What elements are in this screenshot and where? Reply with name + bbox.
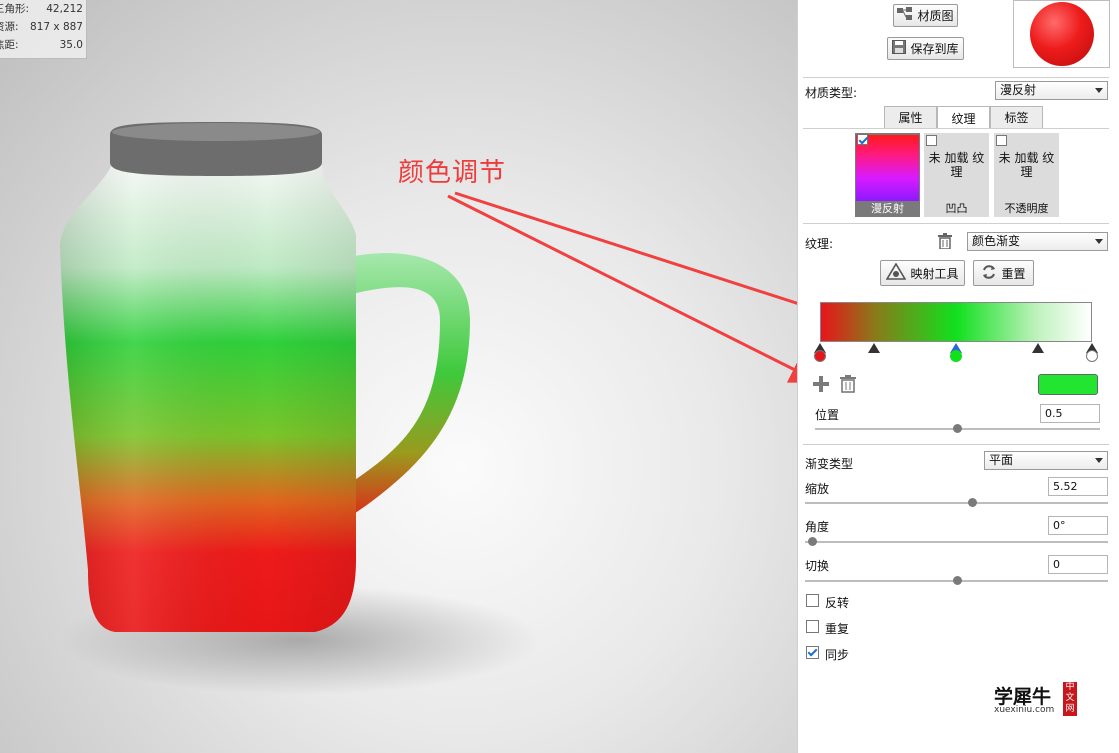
material-type-label: 材质类型: (805, 86, 858, 100)
reset-button[interactable]: 重置 (973, 260, 1034, 286)
mapping-tool-button[interactable]: 映射工具 (880, 260, 965, 286)
angle-label: 角度 (805, 520, 830, 534)
position-field[interactable]: 0.5 (1040, 404, 1100, 423)
add-stop-icon[interactable] (812, 375, 830, 396)
texture-slot-diffuse[interactable]: 漫反射 (855, 133, 920, 217)
stat-focal-length: 焦距:35.0 (0, 39, 83, 51)
texture-type-select[interactable]: 颜色渐变 (967, 232, 1108, 251)
gradient-type-select[interactable]: 平面 (984, 451, 1108, 470)
sync-label: 同步 (825, 648, 850, 662)
save-to-library-button[interactable]: 保存到库 (887, 37, 964, 60)
save-icon (892, 40, 907, 57)
annotation-label: 颜色调节 (398, 158, 507, 188)
texture-slot-bump[interactable]: 未 加载 纹理 凹凸 (924, 133, 989, 217)
angle-slider-track[interactable] (805, 541, 1108, 543)
texture-slot-checkbox[interactable] (926, 135, 937, 146)
gradient-bar[interactable] (820, 302, 1092, 342)
gradient-stop-dot[interactable] (814, 350, 826, 362)
material-graph-button[interactable]: 材质图 (893, 4, 958, 27)
trash-icon[interactable] (938, 233, 952, 252)
shift-slider-handle[interactable] (953, 576, 962, 585)
texture-slot-checkbox[interactable] (857, 134, 868, 145)
chevron-down-icon (1095, 458, 1103, 463)
render-stats: 三角形:42,212 资源:817 x 887 焦距:35.0 (0, 0, 87, 59)
reverse-label: 反转 (825, 596, 850, 610)
gradient-stop-dot[interactable] (1086, 350, 1098, 362)
delete-stop-icon[interactable] (840, 375, 856, 396)
divider (803, 77, 1109, 78)
watermark-logo: 学犀牛 xuexiniu.com 中文网 (988, 680, 1084, 720)
gradient-stop-marker[interactable] (868, 343, 881, 353)
shift-label: 切换 (805, 559, 830, 573)
stat-triangles: 三角形:42,212 (0, 3, 83, 15)
chevron-down-icon (1095, 88, 1103, 93)
mapping-icon (886, 261, 907, 284)
position-slider-handle[interactable] (953, 424, 962, 433)
divider (803, 128, 1109, 129)
chevron-down-icon (1095, 239, 1103, 244)
gradient-stop-dot[interactable] (950, 350, 962, 362)
scale-slider-handle[interactable] (968, 498, 977, 507)
angle-field[interactable]: 0° (1048, 516, 1108, 535)
render-viewport[interactable]: 三角形:42,212 资源:817 x 887 焦距:35.0 颜色调节 (0, 0, 797, 753)
sync-checkbox[interactable] (806, 646, 819, 659)
shift-field[interactable]: 0 (1048, 555, 1108, 574)
gradient-type-label: 渐变类型 (805, 457, 854, 471)
position-label: 位置 (815, 408, 840, 422)
texture-slot-opacity[interactable]: 未 加载 纹理 不透明度 (994, 133, 1059, 217)
reverse-checkbox[interactable] (806, 594, 819, 607)
material-preview-sphere (1029, 2, 1094, 66)
refresh-icon (981, 264, 997, 283)
repeat-label: 重复 (825, 622, 850, 636)
graph-icon (897, 7, 913, 24)
texture-slot-checkbox[interactable] (996, 135, 1007, 146)
angle-slider-handle[interactable] (808, 537, 817, 546)
stat-resolution: 资源:817 x 887 (0, 21, 83, 33)
repeat-checkbox[interactable] (806, 620, 819, 633)
stop-color-swatch[interactable] (1038, 374, 1098, 395)
divider (803, 444, 1109, 445)
tab-textures[interactable]: 纹理 (937, 106, 990, 129)
tab-properties[interactable]: 属性 (884, 106, 937, 128)
scale-slider-track[interactable] (805, 502, 1108, 504)
scale-field[interactable]: 5.52 (1048, 477, 1108, 496)
material-preview (1013, 0, 1110, 68)
material-type-select[interactable]: 漫反射 (995, 81, 1108, 100)
texture-label: 纹理: (805, 237, 834, 251)
scale-label: 缩放 (805, 482, 830, 496)
mug-render (60, 122, 540, 695)
gradient-stop-marker[interactable] (1031, 343, 1044, 353)
tab-labels[interactable]: 标签 (990, 106, 1043, 128)
divider (803, 223, 1109, 224)
